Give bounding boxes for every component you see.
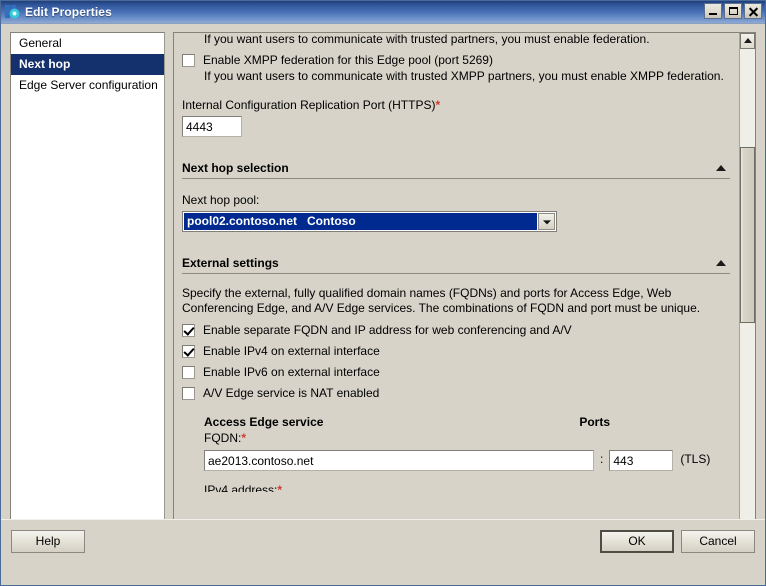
- replication-port-input[interactable]: [182, 116, 242, 137]
- xmpp-federation-label: Enable XMPP federation for this Edge poo…: [203, 53, 493, 67]
- settings-content: If you want users to communicate with tr…: [174, 33, 740, 492]
- av-nat-enabled-checkbox[interactable]: [182, 386, 195, 400]
- window-title: Edit Properties: [25, 5, 112, 19]
- triangle-up-icon[interactable]: [716, 165, 726, 171]
- navigation-sidebar: General Next hop Edge Server configurati…: [10, 32, 165, 542]
- access-edge-fqdn-required-marker: *: [241, 431, 247, 445]
- cancel-button[interactable]: Cancel: [681, 530, 755, 553]
- enable-ipv6-row[interactable]: Enable IPv6 on external interface: [182, 365, 730, 379]
- ipv4-address-label-clipped: IPv4 address:*: [204, 483, 730, 492]
- close-button[interactable]: [744, 3, 762, 19]
- scroll-up-button[interactable]: [740, 33, 755, 49]
- federation-note-clipped: If you want users to communicate with tr…: [204, 33, 650, 46]
- title-bar: Edit Properties: [1, 1, 765, 24]
- access-edge-fqdn-label: FQDN:*: [204, 431, 730, 445]
- access-edge-fqdn-label-text: FQDN:: [204, 431, 242, 445]
- help-button[interactable]: Help: [11, 530, 85, 553]
- separate-fqdn-row[interactable]: Enable separate FQDN and IP address for …: [182, 323, 730, 337]
- av-nat-enabled-row[interactable]: A/V Edge service is NAT enabled: [182, 386, 730, 400]
- scroll-thumb[interactable]: [740, 147, 755, 323]
- replication-port-label-text: Internal Configuration Replication Port …: [182, 98, 436, 112]
- xmpp-federation-note: If you want users to communicate with tr…: [204, 69, 724, 83]
- ipv4-address-required-marker: *: [277, 483, 283, 492]
- access-edge-fqdn-row: : (TLS): [204, 447, 730, 471]
- ports-column-header: Ports: [579, 415, 610, 429]
- sidebar-item-edge-server-configuration[interactable]: Edge Server configuration: [11, 75, 164, 96]
- external-settings-title: External settings: [182, 256, 279, 270]
- settings-scroll-pane: If you want users to communicate with tr…: [173, 32, 756, 542]
- replication-port-label: Internal Configuration Replication Port …: [182, 98, 730, 113]
- next-hop-selection-title: Next hop selection: [182, 161, 289, 175]
- window-controls: [704, 3, 762, 19]
- xmpp-federation-checkbox[interactable]: [182, 53, 195, 67]
- app-gear-icon: [5, 4, 21, 20]
- sidebar-item-general[interactable]: General: [11, 33, 164, 54]
- fqdn-port-separator: :: [600, 452, 604, 466]
- dialog-body: General Next hop Edge Server configurati…: [1, 24, 765, 564]
- external-settings-header[interactable]: External settings: [182, 256, 730, 274]
- enable-ipv6-label: Enable IPv6 on external interface: [203, 365, 380, 379]
- triangle-up-icon: [743, 38, 752, 43]
- separate-fqdn-label: Enable separate FQDN and IP address for …: [203, 323, 572, 337]
- replication-port-required-marker: *: [435, 98, 441, 112]
- triangle-up-icon[interactable]: [716, 260, 726, 266]
- maximize-button[interactable]: [724, 3, 742, 19]
- next-hop-selection-header[interactable]: Next hop selection: [182, 161, 730, 179]
- xmpp-federation-row[interactable]: Enable XMPP federation for this Edge poo…: [182, 53, 730, 67]
- enable-ipv4-label: Enable IPv4 on external interface: [203, 344, 380, 358]
- chevron-down-icon[interactable]: [538, 213, 555, 230]
- next-hop-pool-label: Next hop pool:: [182, 193, 260, 207]
- ok-button[interactable]: OK: [600, 530, 674, 553]
- access-edge-port-input[interactable]: [609, 450, 674, 471]
- dialog-footer: Help OK Cancel: [1, 519, 765, 564]
- edit-properties-dialog: Edit Properties General Next hop Edge Se…: [0, 0, 766, 586]
- enable-ipv4-checkbox[interactable]: [182, 344, 195, 358]
- access-edge-service-title: Access Edge service: [204, 415, 324, 429]
- minimize-button[interactable]: [704, 3, 722, 19]
- access-edge-port-protocol: (TLS): [680, 452, 711, 466]
- ipv4-address-label-text: IPv4 address:: [204, 483, 278, 492]
- external-settings-description: Specify the external, fully qualified do…: [182, 286, 701, 315]
- next-hop-pool-combobox[interactable]: pool02.contoso.net Contoso: [182, 211, 557, 232]
- separate-fqdn-checkbox[interactable]: [182, 323, 195, 337]
- enable-ipv6-checkbox[interactable]: [182, 365, 195, 379]
- access-edge-fqdn-input[interactable]: [204, 450, 594, 471]
- vertical-scrollbar[interactable]: [739, 33, 755, 541]
- next-hop-pool-value: pool02.contoso.net Contoso: [184, 213, 537, 230]
- enable-ipv4-row[interactable]: Enable IPv4 on external interface: [182, 344, 730, 358]
- sidebar-item-next-hop[interactable]: Next hop: [11, 54, 164, 75]
- access-edge-service-header: Access Edge service Ports: [182, 415, 730, 429]
- av-nat-enabled-label: A/V Edge service is NAT enabled: [203, 386, 380, 400]
